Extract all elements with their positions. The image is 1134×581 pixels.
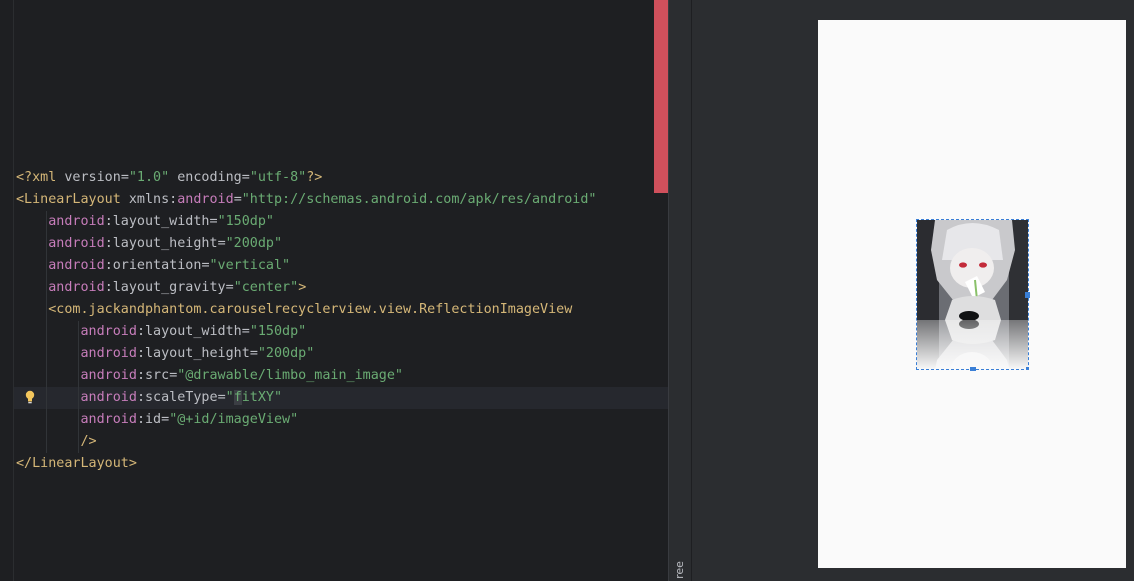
- code-token: android: [80, 368, 137, 383]
- code-token: android: [80, 346, 137, 361]
- code-token: "1.0": [128, 170, 170, 185]
- code-line[interactable]: android:layout_width="150dp": [16, 321, 596, 343]
- code-token: ?>: [306, 170, 323, 185]
- code-line[interactable]: <LinearLayout xmlns:android="http://sche…: [16, 189, 596, 211]
- resize-handle-corner[interactable]: [1026, 367, 1029, 370]
- code-token: =: [241, 170, 250, 185]
- code-token: "center": [233, 280, 299, 295]
- tool-window-strip[interactable]: [668, 0, 692, 581]
- code-token: "utf-8": [249, 170, 307, 185]
- code-token: :id: [136, 412, 162, 427]
- code-token: </LinearLayout>: [16, 456, 137, 471]
- code-token: "@+id/imageView": [169, 412, 299, 427]
- code-token: "200dp": [225, 236, 283, 251]
- code-token: f: [233, 390, 242, 405]
- code-token: "200dp": [257, 346, 315, 361]
- code-token: :layout_gravity: [104, 280, 226, 295]
- code-line[interactable]: <com.jackandphantom.carouselrecyclerview…: [16, 299, 596, 321]
- code-line[interactable]: android:layout_height="200dp": [16, 343, 596, 365]
- code-token: encoding: [169, 170, 242, 185]
- code-token: version: [64, 170, 121, 185]
- code-token: android: [80, 324, 137, 339]
- code-token: :layout_height: [136, 346, 250, 361]
- code-line[interactable]: android:orientation="vertical": [16, 255, 596, 277]
- code-line[interactable]: android:layout_width="150dp": [16, 211, 596, 233]
- code-token: android: [177, 192, 234, 207]
- code-line[interactable]: android:layout_height="200dp": [16, 233, 596, 255]
- code-line[interactable]: <?xml version="1.0" encoding="utf-8"?>: [16, 167, 596, 189]
- code-token: =: [217, 390, 226, 405]
- code-token: :layout_width: [104, 214, 210, 229]
- code-token: xmlns:: [128, 192, 178, 207]
- code-token: android: [80, 390, 137, 405]
- code-token: =: [241, 324, 250, 339]
- code-line[interactable]: android:layout_gravity="center">: [16, 277, 596, 299]
- code-token: android: [48, 258, 105, 273]
- code-token: android: [48, 214, 105, 229]
- code-token: =: [120, 170, 129, 185]
- code-token: =: [225, 280, 234, 295]
- resize-handle-bottom[interactable]: [970, 367, 976, 371]
- code-token: ": [225, 390, 234, 405]
- code-token: "http://schemas.android.com/apk/res/andr…: [241, 192, 597, 207]
- code-line[interactable]: android:src="@drawable/limbo_main_image": [16, 365, 596, 387]
- code-token: <com.jackandphantom.carouselrecyclerview…: [48, 302, 573, 317]
- image-reflection: [917, 320, 1028, 369]
- code-token: "150dp": [249, 324, 307, 339]
- code-token: :scaleType: [136, 390, 218, 405]
- code-token: =: [249, 346, 258, 361]
- code-token: "@drawable/limbo_main_image": [177, 368, 403, 383]
- code-token: android: [48, 236, 105, 251]
- code-line[interactable]: android:scaleType="fitXY": [16, 387, 596, 409]
- reflection-fade: [917, 320, 1028, 369]
- resize-handle-right[interactable]: [1025, 292, 1030, 298]
- code-token: =: [233, 192, 242, 207]
- code-token: =: [217, 236, 226, 251]
- gutter-divider: [13, 0, 14, 581]
- component-tree-tab-label[interactable]: ree: [670, 560, 690, 580]
- code-token: itXY": [241, 390, 283, 405]
- code-token: =: [209, 214, 218, 229]
- code-token: =: [201, 258, 210, 273]
- code-token: >: [298, 280, 307, 295]
- code-line[interactable]: />: [16, 431, 596, 453]
- layout-preview-panel[interactable]: [692, 0, 1134, 581]
- code-line[interactable]: </LinearLayout>: [16, 453, 596, 475]
- image-content: [917, 220, 1028, 320]
- code-token: :src: [136, 368, 170, 383]
- error-scroll-marker[interactable]: [654, 0, 668, 193]
- code-token: =: [161, 412, 170, 427]
- code-token: />: [80, 434, 97, 449]
- code-lines: <?xml version="1.0" encoding="utf-8"?> <L…: [16, 167, 596, 475]
- code-token: <?xml: [16, 170, 65, 185]
- code-line[interactable]: android:id="@+id/imageView": [16, 409, 596, 431]
- code-token: "150dp": [217, 214, 274, 229]
- code-token: :layout_width: [136, 324, 242, 339]
- code-token: <LinearLayout: [16, 192, 129, 207]
- xml-code-editor[interactable]: <?xml version="1.0" encoding="utf-8"?> <L…: [0, 0, 668, 581]
- code-token: :layout_height: [104, 236, 218, 251]
- code-token: android: [80, 412, 137, 427]
- code-token: "vertical": [209, 258, 291, 273]
- code-token: android: [48, 280, 105, 295]
- code-token: :orientation: [104, 258, 202, 273]
- reflection-image-view[interactable]: [916, 219, 1029, 370]
